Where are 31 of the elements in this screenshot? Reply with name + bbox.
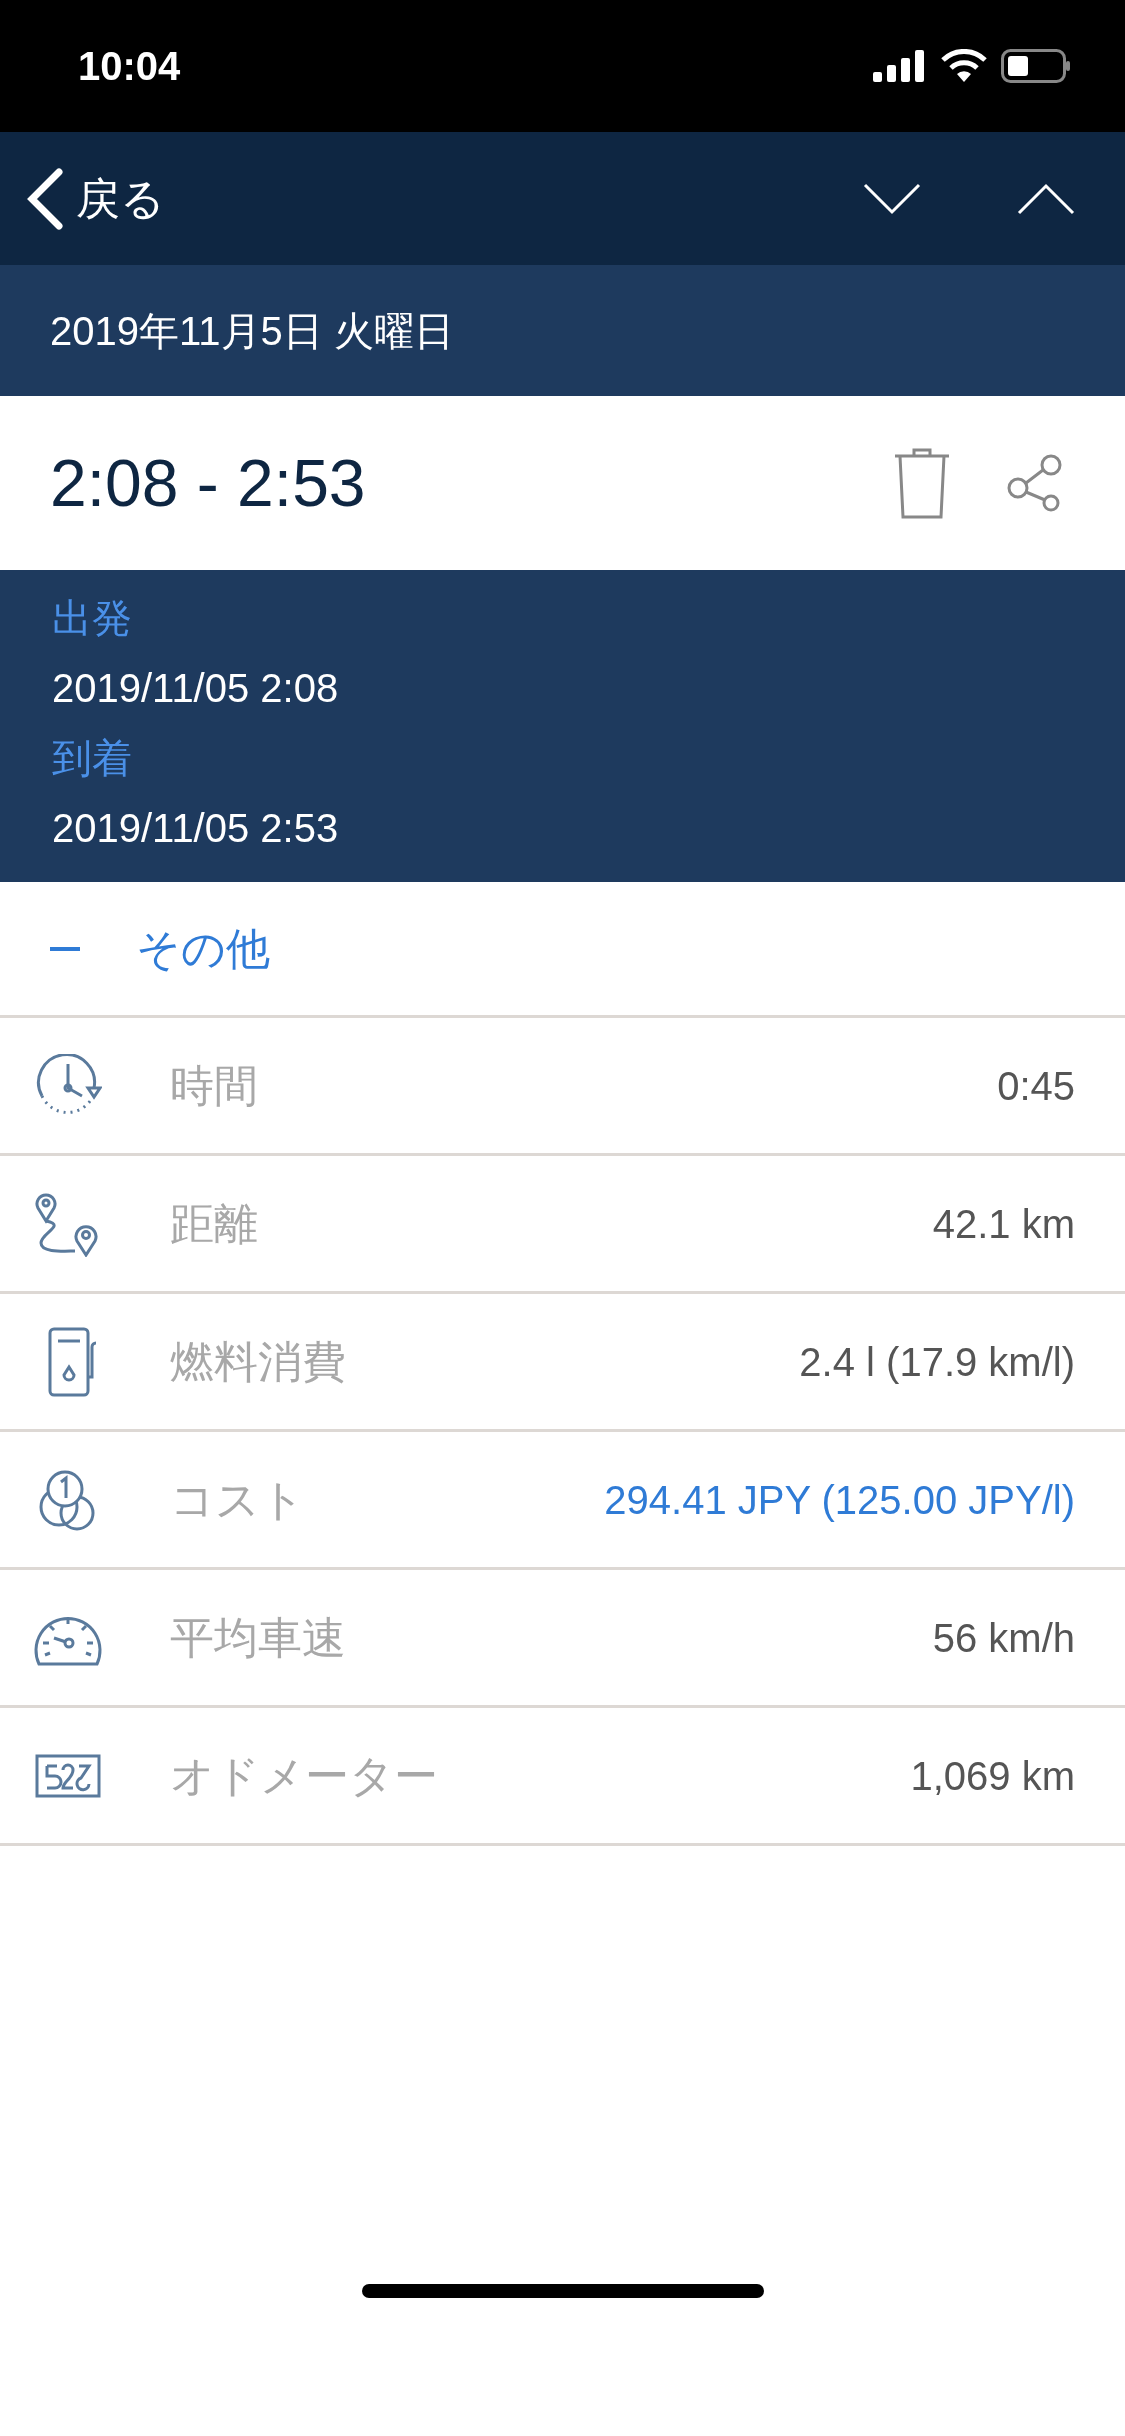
section-title[interactable]: その他: [136, 915, 270, 982]
chevron-up-icon[interactable]: [1017, 182, 1075, 215]
wifi-icon: [941, 49, 987, 83]
row-label: 距離: [170, 1197, 259, 1250]
signal-icon: [873, 50, 927, 82]
row-label: 時間: [170, 1059, 259, 1112]
row-value: 42.1 km: [932, 1200, 1075, 1248]
back-button[interactable]: 戻る: [26, 165, 165, 232]
status-time: 10:04: [78, 43, 181, 90]
row-label: 平均車速: [170, 1611, 347, 1664]
share-icon[interactable]: [1007, 454, 1063, 512]
detail-value: 2019/11/05 2:08: [52, 665, 340, 712]
row-value: 2.4 l (17.9 km/l): [799, 1338, 1075, 1386]
row-value: 56 km/h: [932, 1614, 1075, 1662]
battery-icon: [1001, 49, 1071, 83]
odometer-icon: [35, 1753, 101, 1798]
detail-label: 到着: [52, 735, 133, 782]
trip-time-range: 2:08 - 2:53: [50, 444, 366, 522]
back-chevron-icon: [26, 167, 64, 230]
row-label: 燃料消費: [170, 1335, 347, 1388]
detail-value: 2019/11/05 2:53: [52, 805, 340, 852]
trash-icon[interactable]: [893, 447, 951, 519]
row-value: 294.41 JPY (125.00 JPY/l): [604, 1476, 1075, 1524]
row-label: オドメーター: [170, 1749, 439, 1802]
row-value: 1,069 km: [910, 1752, 1075, 1800]
date-header: 2019年11月5日 火曜日: [50, 307, 454, 355]
chevron-down-icon[interactable]: [863, 182, 921, 215]
row-label: コスト: [170, 1473, 306, 1526]
row-value: 0:45: [997, 1062, 1075, 1110]
route-icon: [35, 1190, 101, 1257]
detail-label: 出発: [52, 595, 133, 642]
